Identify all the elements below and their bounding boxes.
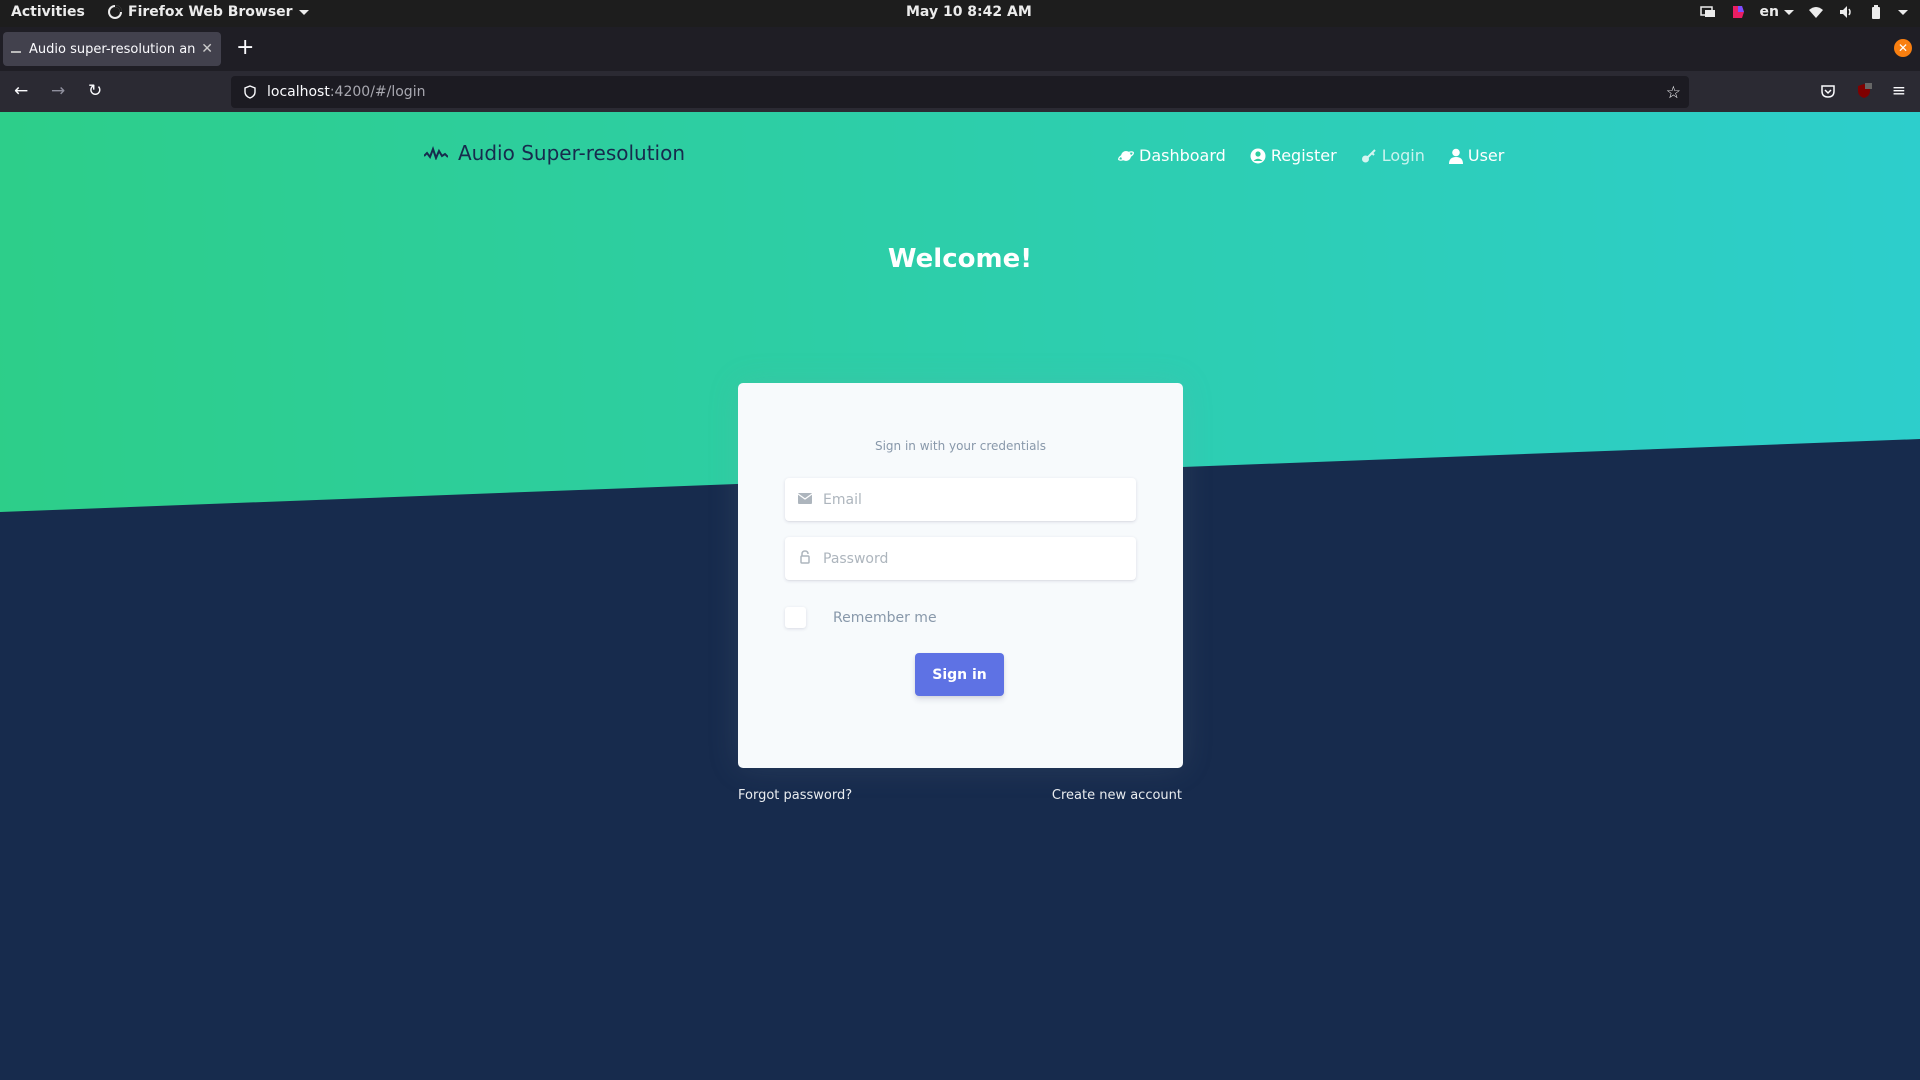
password-field[interactable] xyxy=(785,537,1136,580)
app-menu[interactable]: Firefox Web Browser xyxy=(108,4,309,20)
nav-dashboard[interactable]: Dashboard xyxy=(1118,146,1226,165)
close-window-icon[interactable]: ✕ xyxy=(1894,39,1912,57)
back-icon[interactable]: ← xyxy=(14,81,28,101)
remember-me[interactable]: Remember me xyxy=(785,607,937,628)
nav-user-label: User xyxy=(1467,146,1505,165)
email-input[interactable] xyxy=(823,491,1123,508)
shield-icon[interactable] xyxy=(243,85,257,99)
page-title: Welcome! xyxy=(887,244,1033,274)
nav-user[interactable]: User xyxy=(1448,146,1505,165)
language-indicator[interactable]: en xyxy=(1760,4,1794,20)
chevron-down-icon xyxy=(1784,9,1794,15)
web-page: Audio Super-resolution Dashboard Registe… xyxy=(0,112,1920,1080)
password-input[interactable] xyxy=(823,550,1123,567)
close-tab-icon[interactable]: ✕ xyxy=(201,41,213,57)
remember-checkbox[interactable] xyxy=(785,607,806,628)
nav-login-label: Login xyxy=(1381,146,1425,165)
url-host: localhost xyxy=(267,84,330,100)
nav-register-label: Register xyxy=(1270,146,1337,165)
waveform-favicon-icon xyxy=(11,45,21,53)
firefox-icon xyxy=(108,5,122,19)
activities-button[interactable]: Activities xyxy=(11,4,85,20)
key-icon xyxy=(1361,148,1376,162)
nav-dashboard-label: Dashboard xyxy=(1139,146,1226,165)
battery-icon xyxy=(1872,5,1880,19)
ublock-extension-icon[interactable] xyxy=(1856,83,1872,99)
system-tray[interactable]: en xyxy=(1699,4,1908,20)
forward-icon[interactable]: → xyxy=(51,81,65,101)
screen-share-icon[interactable] xyxy=(1699,4,1716,20)
reload-icon[interactable]: ↻ xyxy=(88,81,102,101)
wifi-icon xyxy=(1809,7,1823,18)
envelope-icon xyxy=(797,492,813,507)
create-account-link[interactable]: Create new account xyxy=(1052,788,1182,803)
card-subtitle: Sign in with your credentials xyxy=(874,439,1047,453)
nav-register[interactable]: Register xyxy=(1250,146,1337,165)
volume-icon xyxy=(1840,6,1851,18)
toolbar-right-icons: ≡ xyxy=(1820,81,1906,101)
url-path: :4200/#/login xyxy=(329,84,426,100)
chevron-down-icon xyxy=(298,9,309,15)
clock[interactable]: May 10 8:42 AM xyxy=(906,4,1032,20)
new-tab-button[interactable]: + xyxy=(236,37,254,59)
hamburger-menu-icon[interactable]: ≡ xyxy=(1892,81,1906,101)
planet-icon xyxy=(1118,150,1134,161)
system-top-bar: Activities Firefox Web Browser May 10 8:… xyxy=(0,0,1920,27)
signin-button[interactable]: Sign in xyxy=(915,653,1004,696)
chevron-down-icon[interactable] xyxy=(1898,9,1908,15)
url-bar[interactable]: localhost:4200/#/login ☆ xyxy=(231,76,1689,202)
brand-link[interactable]: Audio Super-resolution xyxy=(424,141,685,165)
bookmark-star-icon[interactable]: ☆ xyxy=(1666,83,1681,103)
user-circle-icon xyxy=(1250,148,1266,163)
browser-tab-strip: Audio super-resolution and ✕ + ✕ xyxy=(0,27,1920,71)
login-card: Sign in with your credentials Remember m… xyxy=(738,383,1183,768)
language-label: en xyxy=(1759,4,1779,20)
color-app-icon[interactable] xyxy=(1730,4,1746,20)
main-nav: Dashboard Register Login User xyxy=(1118,146,1504,165)
browser-toolbar: ← → ↻ localhost:4200/#/login ☆ ≡ xyxy=(0,71,1920,202)
app-name: Firefox Web Browser xyxy=(128,4,293,20)
browser-tab[interactable]: Audio super-resolution and ✕ xyxy=(3,32,221,66)
remember-label[interactable]: Remember me xyxy=(833,610,937,626)
pocket-icon[interactable] xyxy=(1820,83,1836,99)
forgot-password-link[interactable]: Forgot password? xyxy=(738,788,852,803)
waveform-icon xyxy=(424,146,448,160)
tab-title: Audio super-resolution and xyxy=(29,41,196,57)
lock-icon xyxy=(797,550,813,567)
brand-title: Audio Super-resolution xyxy=(458,141,686,165)
email-field[interactable] xyxy=(785,478,1136,521)
person-icon xyxy=(1448,148,1463,164)
nav-login[interactable]: Login xyxy=(1361,146,1425,165)
